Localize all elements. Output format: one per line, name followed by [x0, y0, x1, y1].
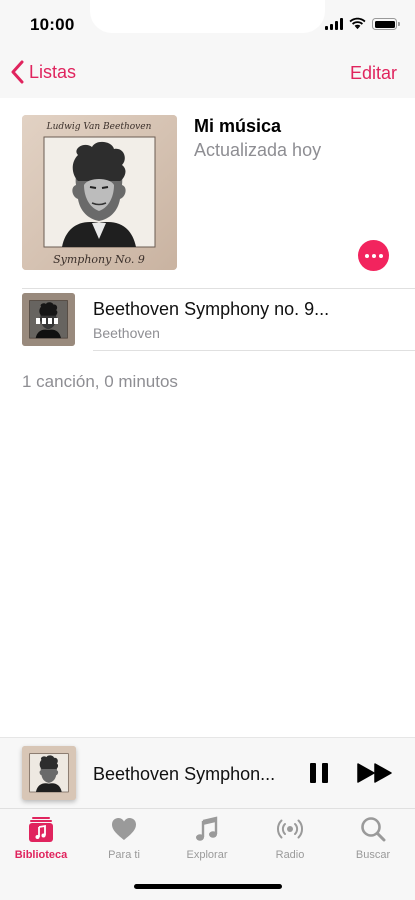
notch: [90, 0, 325, 33]
library-icon: [29, 817, 53, 842]
battery-icon: [372, 18, 400, 30]
status-time: 10:00: [30, 15, 75, 34]
fast-forward-icon: [357, 763, 375, 783]
chevron-left-icon: [11, 60, 24, 84]
music-note-icon: [196, 816, 218, 841]
tab-buscar[interactable]: Buscar: [333, 815, 413, 861]
album-artwork-image: [22, 746, 76, 800]
playlist-subtitle: Actualizada hoy: [194, 140, 322, 160]
heart-icon: [112, 818, 136, 840]
tab-label: Buscar: [355, 849, 391, 861]
track-artist: Beethoven: [93, 325, 160, 341]
tab-label: Biblioteca: [14, 849, 68, 861]
track-title: Beethoven Symphony no. 9...: [93, 299, 330, 319]
now-playing-indicator-icon: [36, 318, 58, 324]
more-options-button[interactable]: [358, 240, 389, 271]
pause-button[interactable]: [307, 761, 331, 785]
divider: [93, 350, 415, 351]
more-icon: [364, 253, 369, 258]
track-row[interactable]: Beethoven Symphony no. 9... Beethoven: [0, 289, 415, 351]
cover-subtitle-text: Symphony No. 9: [53, 253, 145, 266]
track-artwork: [22, 293, 75, 346]
back-label: Listas: [29, 61, 77, 82]
status-icons: [325, 16, 400, 30]
home-indicator[interactable]: [134, 884, 282, 889]
back-button[interactable]: Listas: [10, 60, 76, 84]
tab-label: Radio: [275, 849, 305, 861]
tab-label: Explorar: [186, 849, 228, 861]
mini-player-artwork: [22, 746, 76, 800]
navigation-bar: Listas Editar: [0, 50, 415, 98]
wifi-icon: [349, 17, 366, 30]
tab-para-ti[interactable]: Para ti: [84, 815, 164, 861]
tab-label: Para ti: [108, 849, 140, 861]
playlist-artwork: Ludwig Van Beethoven Symphony No. 9: [22, 115, 177, 270]
pause-icon: [310, 763, 316, 783]
track-summary: 1 canción, 0 minutos: [22, 372, 178, 391]
mini-player[interactable]: Beethoven Symphon...: [0, 737, 415, 809]
fast-forward-button[interactable]: [357, 763, 393, 783]
mini-player-title: Beethoven Symphon...: [93, 764, 276, 784]
tab-biblioteca[interactable]: Biblioteca: [1, 815, 81, 861]
playlist-title: Mi música: [194, 116, 282, 136]
search-icon: [361, 817, 386, 842]
album-artwork-image: Ludwig Van Beethoven Symphony No. 9: [22, 115, 177, 270]
playlist-header: Ludwig Van Beethoven Symphony No. 9 Mi m…: [22, 115, 397, 271]
tab-radio[interactable]: Radio: [250, 815, 330, 861]
status-bar: 10:00: [0, 0, 415, 50]
edit-button[interactable]: Editar: [350, 63, 397, 84]
radio-icon: [277, 819, 303, 839]
cellular-signal-icon: [325, 18, 343, 30]
tab-explorar[interactable]: Explorar: [167, 815, 247, 861]
cover-title-text: Ludwig Van Beethoven: [46, 122, 152, 132]
